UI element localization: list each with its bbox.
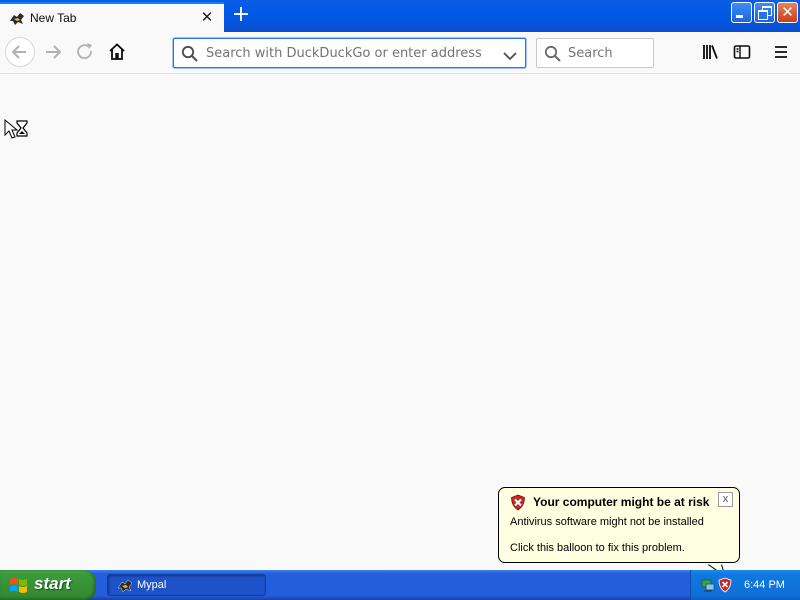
navigation-toolbar <box>0 32 800 74</box>
home-icon <box>109 43 125 60</box>
chevron-down-icon[interactable] <box>502 47 518 66</box>
search-input[interactable] <box>568 43 648 63</box>
mypal-icon <box>9 11 25 25</box>
clock: 6:44 PM <box>744 579 785 591</box>
forward-button[interactable] <box>38 37 68 67</box>
balloon-message: Antivirus software might not be installe… <box>510 516 704 528</box>
busy-cursor-icon <box>4 118 30 143</box>
tab-title: New Tab <box>30 11 77 25</box>
back-button[interactable] <box>5 37 35 67</box>
back-arrow-icon <box>11 45 26 59</box>
url-bar[interactable] <box>173 38 526 68</box>
balloon-close-button[interactable]: x <box>718 492 733 507</box>
restore-icon-front <box>758 10 768 20</box>
close-window-button[interactable]: ✕ <box>777 2 798 23</box>
tab-close-icon[interactable]: ✕ <box>199 9 215 25</box>
start-button[interactable]: start <box>0 570 96 600</box>
reload-icon <box>77 43 92 60</box>
hamburger-menu-icon <box>775 46 787 58</box>
taskbar: start Mypal 6:44 PM <box>0 570 800 600</box>
balloon-action-text[interactable]: Click this balloon to fix this problem. <box>510 542 685 554</box>
url-input[interactable] <box>206 43 496 63</box>
system-tray: 6:44 PM <box>690 570 800 600</box>
search-icon <box>181 45 199 67</box>
menu-button[interactable] <box>766 37 796 67</box>
restore-button[interactable] <box>754 2 775 23</box>
security-balloon[interactable]: Your computer might be at risk x Antivir… <box>498 487 740 563</box>
title-bar: New Tab ✕ + ✕ <box>0 0 800 32</box>
tab-new-tab[interactable]: New Tab ✕ <box>0 2 224 32</box>
balloon-title: Your computer might be at risk <box>533 495 710 509</box>
network-tray-icon[interactable] <box>700 577 716 597</box>
sidebar-icon <box>733 45 751 59</box>
minimize-icon <box>736 15 743 18</box>
security-shield-icon <box>510 494 526 514</box>
minimize-button[interactable] <box>731 2 752 23</box>
sidebar-button[interactable] <box>727 37 757 67</box>
home-button[interactable] <box>102 37 132 67</box>
mypal-icon <box>117 578 133 597</box>
windows-flag-icon <box>8 576 30 599</box>
new-tab-button[interactable]: + <box>230 4 252 27</box>
taskbar-item-mypal[interactable]: Mypal <box>107 574 266 596</box>
reload-button[interactable] <box>70 37 100 67</box>
close-icon: ✕ <box>781 3 794 21</box>
search-bar[interactable] <box>536 38 654 68</box>
library-button[interactable] <box>696 37 726 67</box>
start-label: start <box>34 574 71 593</box>
forward-arrow-icon <box>46 45 62 59</box>
search-icon <box>544 45 562 67</box>
taskbar-item-label: Mypal <box>137 579 167 591</box>
library-icon <box>703 45 718 59</box>
security-shield-icon[interactable] <box>718 577 732 597</box>
